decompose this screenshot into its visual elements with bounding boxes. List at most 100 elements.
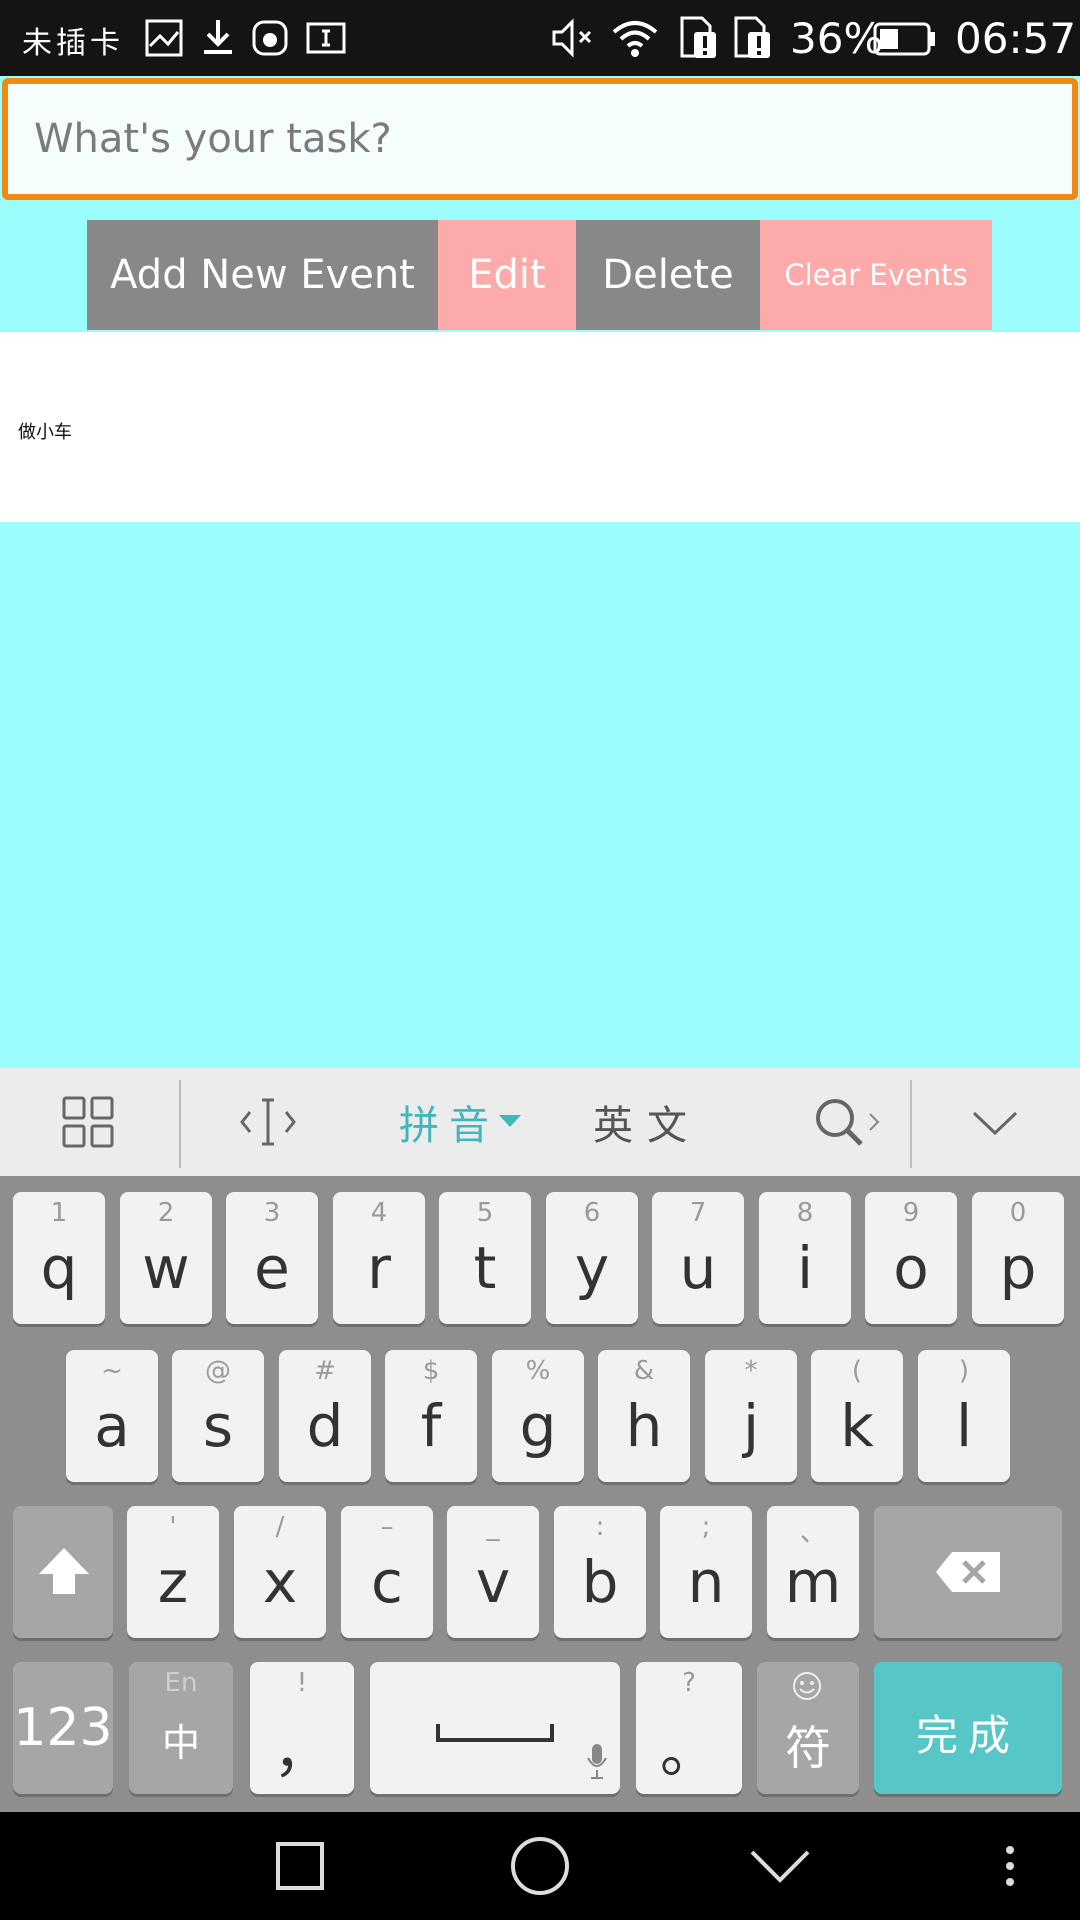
key-hint: ': [169, 1512, 177, 1542]
shift-icon: [39, 1548, 89, 1594]
key-z[interactable]: ' z: [127, 1506, 219, 1638]
back-button[interactable]: [740, 1830, 820, 1902]
comma-key[interactable]: !，: [250, 1662, 354, 1794]
status-bar: 未插卡 36% 06:57: [0, 0, 1080, 76]
english-label: 英文: [593, 1103, 701, 1149]
caret-down-icon: [499, 1115, 521, 1127]
key-x[interactable]: / x: [234, 1506, 326, 1638]
recents-button[interactable]: [260, 1830, 340, 1902]
key-hint: ): [958, 1356, 970, 1386]
key-m[interactable]: 、 m: [767, 1506, 859, 1638]
carrier-label: 未插卡: [22, 26, 124, 61]
shift-key[interactable]: [13, 1506, 113, 1638]
cursor-control-button[interactable]: [220, 1068, 316, 1176]
list-item[interactable]: 做小车: [18, 418, 72, 444]
key-j[interactable]: * j: [705, 1350, 797, 1482]
microphone-icon: [587, 1744, 607, 1779]
key-k[interactable]: (k: [811, 1350, 903, 1482]
key-label: m: [784, 1548, 842, 1616]
key-label: h: [625, 1392, 663, 1460]
key-y[interactable]: 6y: [546, 1192, 638, 1324]
image-icon: [145, 19, 183, 57]
key-label: v: [475, 1548, 511, 1616]
done-key[interactable]: 完成: [874, 1662, 1062, 1794]
key-label: 。: [659, 1717, 718, 1785]
key-label: z: [157, 1548, 189, 1616]
backspace-icon: [936, 1552, 1000, 1592]
key-hint: 1: [50, 1198, 68, 1228]
space-key[interactable]: [370, 1662, 620, 1794]
key-h[interactable]: & h: [598, 1350, 690, 1482]
symbols-key[interactable]: 符: [757, 1662, 859, 1794]
key-hint: 6: [583, 1198, 601, 1228]
key-p[interactable]: 0p: [972, 1192, 1064, 1324]
key-t[interactable]: 5t: [439, 1192, 531, 1324]
chevron-down-icon: [972, 1111, 1018, 1136]
home-button[interactable]: [500, 1830, 580, 1902]
key-hint: 4: [370, 1198, 388, 1228]
key-label: q: [40, 1234, 78, 1302]
key-hint: 、: [799, 1518, 826, 1548]
search-button[interactable]: [796, 1068, 896, 1176]
more-options-button[interactable]: [980, 1830, 1040, 1902]
text-icon: [306, 22, 346, 54]
download-icon: [204, 20, 232, 54]
key-c[interactable]: – c: [341, 1506, 433, 1638]
key-l[interactable]: ) l: [918, 1350, 1010, 1482]
key-q[interactable]: 1q: [13, 1192, 105, 1324]
key-n[interactable]: ; n: [660, 1506, 752, 1638]
key-w[interactable]: 2w: [120, 1192, 212, 1324]
more-vertical-icon: [1006, 1846, 1014, 1886]
key-e[interactable]: 3e: [226, 1192, 318, 1324]
toolbar-divider: [179, 1080, 181, 1168]
key-hint: 3: [263, 1198, 281, 1228]
english-mode-button[interactable]: 英文: [592, 1068, 702, 1176]
key-label: o: [893, 1234, 929, 1302]
key-hint: #: [314, 1356, 336, 1386]
task-input[interactable]: [2, 78, 1078, 200]
key-hint: 2: [157, 1198, 175, 1228]
key-label: s: [202, 1392, 234, 1460]
clear-events-button[interactable]: Clear Events: [760, 220, 992, 330]
key-hint: /: [275, 1512, 285, 1542]
pinyin-mode-button[interactable]: 拼音: [395, 1068, 525, 1176]
key-b[interactable]: :b: [554, 1506, 646, 1638]
backspace-key[interactable]: [874, 1506, 1062, 1638]
key-label: 123: [13, 1698, 113, 1758]
period-key[interactable]: ?。: [636, 1662, 742, 1794]
pinyin-label: 拼音: [399, 1103, 499, 1149]
key-v[interactable]: _ v: [447, 1506, 539, 1638]
key-label: n: [687, 1548, 725, 1616]
key-hint: En: [164, 1668, 198, 1698]
edit-button[interactable]: Edit: [438, 220, 576, 330]
hide-keyboard-button[interactable]: [950, 1068, 1040, 1176]
key-r[interactable]: 4r: [333, 1192, 425, 1324]
key-hint: *: [744, 1356, 758, 1386]
add-new-event-button[interactable]: Add New Event: [87, 220, 438, 330]
toolbar-divider: [910, 1080, 912, 1168]
key-i[interactable]: 8i: [759, 1192, 851, 1324]
delete-button[interactable]: Delete: [576, 220, 760, 330]
language-switch-key[interactable]: En 中: [129, 1662, 233, 1794]
key-d[interactable]: # d: [279, 1350, 371, 1482]
key-hint: &: [633, 1356, 655, 1386]
key-o[interactable]: 9o: [865, 1192, 957, 1324]
key-g[interactable]: % g: [492, 1350, 584, 1482]
key-label: g: [519, 1392, 557, 1460]
key-f[interactable]: $ f: [385, 1350, 477, 1482]
mute-icon: [552, 18, 592, 58]
key-hint: (: [851, 1356, 863, 1386]
sim1-alert-icon: [680, 16, 716, 58]
key-s[interactable]: @ s: [172, 1350, 264, 1482]
key-label: w: [142, 1234, 190, 1302]
navigation-bar: [0, 1812, 1080, 1920]
key-label: u: [679, 1234, 717, 1302]
numbers-key[interactable]: 123: [13, 1662, 113, 1794]
key-label: y: [574, 1234, 610, 1302]
grid-menu-button[interactable]: [40, 1068, 136, 1176]
key-u[interactable]: 7u: [652, 1192, 744, 1324]
key-label: 符: [785, 1721, 831, 1775]
key-a[interactable]: ~ a: [66, 1350, 158, 1482]
key-label: k: [840, 1392, 874, 1460]
key-label: c: [371, 1548, 403, 1616]
